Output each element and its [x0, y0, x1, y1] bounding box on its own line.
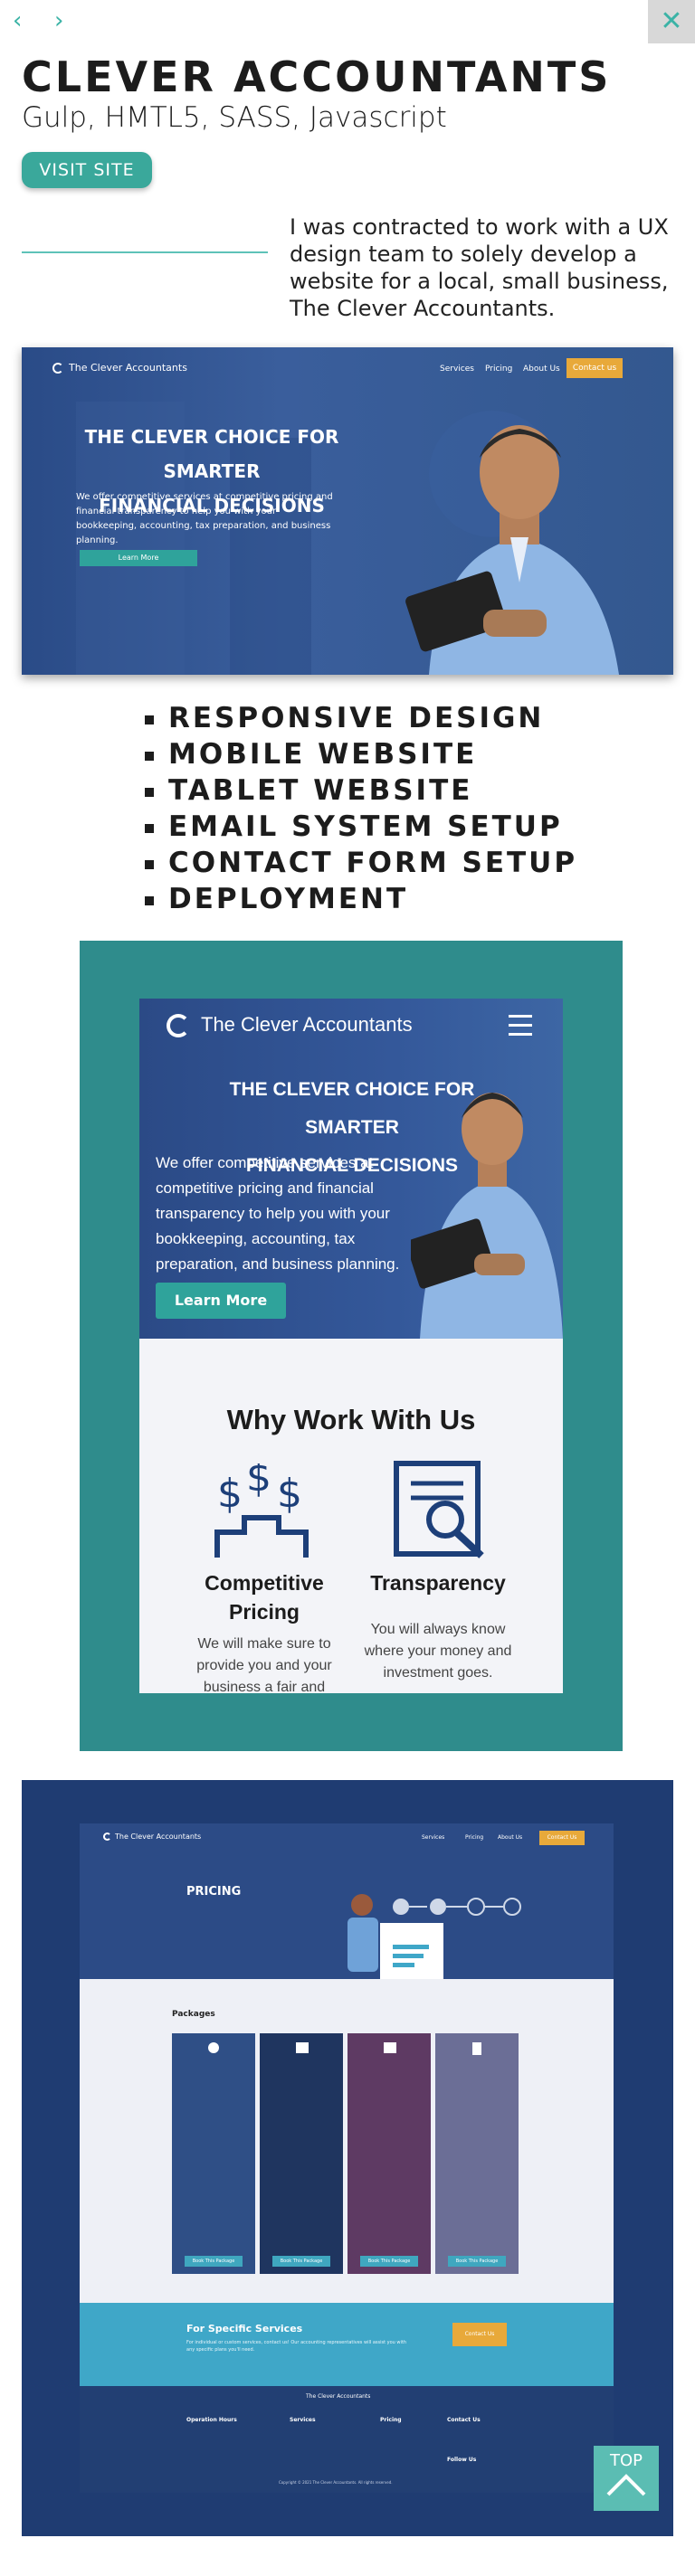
- package-card: Book This Package: [260, 2033, 343, 2274]
- pricing-dollar-icon: $ $ $: [214, 1463, 309, 1558]
- close-button[interactable]: ✕: [648, 0, 695, 43]
- pricing-hero-title: PRICING: [186, 1885, 242, 1899]
- mobile-body-text: We offer competitive services at competi…: [156, 1154, 400, 1273]
- book-package-button: Book This Package: [360, 2256, 418, 2267]
- feature-text: You will always know where your money an…: [364, 1622, 512, 1681]
- footer-col-pricing: Pricing: [380, 2417, 402, 2423]
- package-card: Book This Package: [435, 2033, 519, 2274]
- top-label: TOP: [609, 2451, 643, 2470]
- preview-nav-services: Services: [440, 365, 474, 374]
- book-package-button: Book This Package: [448, 2256, 506, 2267]
- chevron-left-icon: ‹: [13, 7, 23, 34]
- pricing-nav-services: Services: [422, 1834, 445, 1841]
- footer-logo: The Clever Accountants: [306, 2393, 371, 2400]
- logo-icon: [52, 363, 63, 374]
- house-icon: [296, 2042, 309, 2053]
- logo-icon: [103, 1833, 111, 1841]
- mobile-screenshot: The Clever Accountants THE CLEVER CHOICE…: [139, 999, 563, 1693]
- hamburger-icon: [509, 1015, 532, 1036]
- svg-text:$: $: [277, 1471, 302, 1517]
- specific-title: For Specific Services: [186, 2323, 303, 2334]
- preview-body-text: We offer competitive services at competi…: [76, 492, 333, 545]
- bank-icon: [384, 2042, 396, 2053]
- person-with-tablet-image: [405, 425, 619, 675]
- preview-contact-button: Contact us: [566, 358, 623, 378]
- preview-navbar: The Clever Accountants Services Pricing …: [22, 347, 673, 389]
- project-title: CLEVER ACCOUNTANTS: [22, 52, 612, 101]
- bullet-icon: [145, 895, 154, 905]
- bullet-icon: [145, 859, 154, 869]
- pricing-footer: The Clever Accountants Operation Hours S…: [80, 2386, 614, 2493]
- visit-site-button[interactable]: VISIT SITE: [22, 152, 152, 188]
- divider: [22, 251, 268, 253]
- package-card: Book This Package: [172, 2033, 255, 2274]
- packages-title: Packages: [172, 2010, 215, 2019]
- bullet-icon: [145, 715, 154, 724]
- competitive-pricing-column: Competitive Pricing We will make sure to…: [183, 1568, 346, 1693]
- footer-col-services: Services: [290, 2417, 316, 2423]
- chevron-right-icon: ›: [54, 7, 64, 34]
- why-work-with-us-title: Why Work With Us: [226, 1404, 476, 1435]
- transparency-column: Transparency You will always know where …: [357, 1568, 519, 1684]
- scroll-top-button[interactable]: TOP: [594, 2446, 659, 2511]
- feature-item: MOBILE WEBSITE: [145, 736, 577, 772]
- prev-project-button[interactable]: ‹: [13, 9, 31, 33]
- mobile-learn-more: Learn More: [156, 1283, 286, 1319]
- feature-item: EMAIL SYSTEM SETUP: [145, 809, 577, 845]
- bullet-icon: [145, 751, 154, 761]
- pricing-hero: The Clever Accountants Services Pricing …: [80, 1823, 614, 1979]
- specific-services-banner: For Specific Services For individual or …: [80, 2303, 614, 2386]
- preview-nav-about: About Us: [523, 365, 560, 374]
- transparency-document-icon: [394, 1461, 484, 1558]
- feature-item: CONTACT FORM SETUP: [145, 845, 577, 881]
- building-icon: [472, 2042, 481, 2055]
- next-project-button[interactable]: ›: [54, 9, 72, 33]
- close-icon: ✕: [660, 5, 683, 37]
- specific-text: For individual or custom services, conta…: [186, 2340, 407, 2353]
- pricing-logo: The Clever Accountants: [103, 1833, 201, 1841]
- footer-col-contact: Contact Us: [447, 2417, 481, 2423]
- mobile-logo: The Clever Accountants: [167, 1013, 413, 1038]
- pricing-nav-pricing: Pricing: [465, 1834, 484, 1841]
- bullet-icon: [145, 787, 154, 797]
- specific-contact-button: Contact Us: [452, 2323, 507, 2346]
- logo-icon: [167, 1014, 190, 1038]
- feature-title: Competitive Pricing: [205, 1571, 324, 1624]
- pricing-page-screenshot: The Clever Accountants Services Pricing …: [80, 1823, 614, 2493]
- pricing-hero-illustration: [348, 1894, 521, 1979]
- mobile-hero: The Clever Accountants THE CLEVER CHOICE…: [139, 999, 563, 1339]
- pricing-nav-about: About Us: [498, 1834, 523, 1841]
- feature-list: RESPONSIVE DESIGN MOBILE WEBSITE TABLET …: [145, 700, 577, 917]
- feature-text: We will make sure to provide you and you…: [196, 1636, 332, 1693]
- footer-col-hours: Operation Hours: [186, 2417, 237, 2423]
- project-description: I was contracted to work with a UX desig…: [290, 214, 669, 321]
- person-icon: [208, 2042, 219, 2053]
- preview-logo: The Clever Accountants: [52, 362, 187, 374]
- preview-learn-more: Learn More: [80, 550, 197, 566]
- feature-item: DEPLOYMENT: [145, 881, 577, 917]
- preview-nav-pricing: Pricing: [485, 365, 513, 374]
- footer-follow: Follow Us: [447, 2457, 477, 2463]
- project-tech-stack: Gulp, HMTL5, SASS, Javascript: [22, 101, 447, 134]
- bullet-icon: [145, 823, 154, 833]
- feature-item: TABLET WEBSITE: [145, 772, 577, 809]
- footer-copyright: Copyright © 2021 The Clever Accountants.…: [279, 2480, 393, 2485]
- feature-title: Transparency: [370, 1571, 506, 1595]
- book-package-button: Book This Package: [185, 2256, 243, 2267]
- chevron-up-icon: [606, 2474, 646, 2496]
- svg-text:$: $: [246, 1463, 271, 1501]
- pricing-contact-button: Contact Us: [539, 1831, 585, 1845]
- book-package-button: Book This Package: [272, 2256, 330, 2267]
- svg-text:$: $: [217, 1471, 243, 1517]
- feature-item: RESPONSIVE DESIGN: [145, 700, 577, 736]
- package-card: Book This Package: [348, 2033, 431, 2274]
- desktop-hero-screenshot: The Clever Accountants Services Pricing …: [22, 347, 673, 675]
